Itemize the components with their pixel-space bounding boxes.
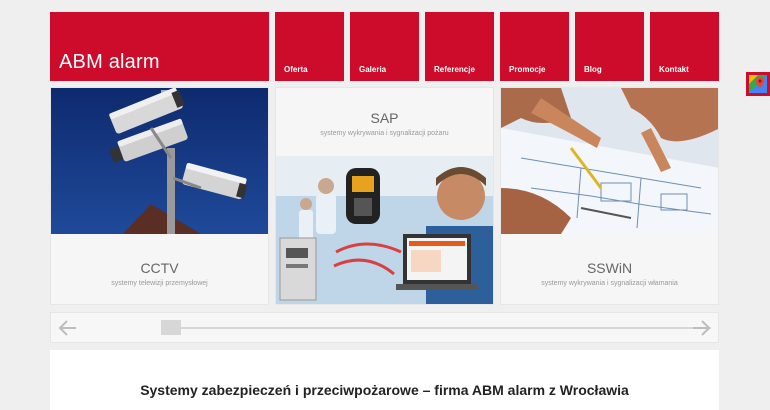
card-subtitle: systemy wykrywania i sygnalizacji pożaru xyxy=(320,130,449,137)
maps-button[interactable] xyxy=(746,72,770,96)
nav-label: Referencje xyxy=(434,65,475,74)
nav-tile-referencje[interactable]: Referencje xyxy=(425,12,494,81)
page-heading: Systemy zabezpieczeń i przeciwpożarowe –… xyxy=(140,382,629,398)
card-sap[interactable]: SAP systemy wykrywania i sygnalizacji po… xyxy=(275,87,494,305)
card-subtitle: systemy telewizji przemysłowej xyxy=(111,280,208,287)
google-maps-icon xyxy=(749,75,767,93)
nav-tile-blog[interactable]: Blog xyxy=(575,12,644,81)
card-title: CCTV xyxy=(140,260,179,276)
card-subtitle: systemy wykrywania i sygnalizacji właman… xyxy=(541,280,678,287)
scroll-thumb[interactable] xyxy=(161,320,181,335)
logo-text: ABM alarm xyxy=(59,51,160,73)
scroll-track[interactable] xyxy=(161,327,711,329)
nav-label: Oferta xyxy=(284,65,308,74)
logo-tile[interactable]: ABM alarm xyxy=(50,12,269,81)
arrow-right-icon[interactable] xyxy=(692,319,712,337)
nav-tile-oferta[interactable]: Oferta xyxy=(275,12,344,81)
card-cctv[interactable]: CCTV systemy telewizji przemysłowej xyxy=(50,87,269,305)
nav-tile-promocje[interactable]: Promocje xyxy=(500,12,569,81)
cctv-photo xyxy=(51,88,268,234)
content-panel: Systemy zabezpieczeń i przeciwpożarowe –… xyxy=(50,350,719,410)
nav-label: Promocje xyxy=(509,65,546,74)
card-title: SSWiN xyxy=(586,260,633,276)
nav-label: Galeria xyxy=(359,65,387,74)
carousel-scrollbar[interactable] xyxy=(50,312,719,343)
sap-photo xyxy=(276,156,493,304)
nav-tile-galeria[interactable]: Galeria xyxy=(350,12,419,81)
nav-tile-kontakt[interactable]: Kontakt xyxy=(650,12,719,81)
card-title: SAP xyxy=(370,110,399,126)
nav-label: Blog xyxy=(584,65,602,74)
nav-label: Kontakt xyxy=(659,65,689,74)
sswin-photo xyxy=(501,88,718,234)
arrow-left-icon[interactable] xyxy=(57,319,77,337)
card-sswin[interactable]: SSWiN systemy wykrywania i sygnalizacji … xyxy=(500,87,719,305)
